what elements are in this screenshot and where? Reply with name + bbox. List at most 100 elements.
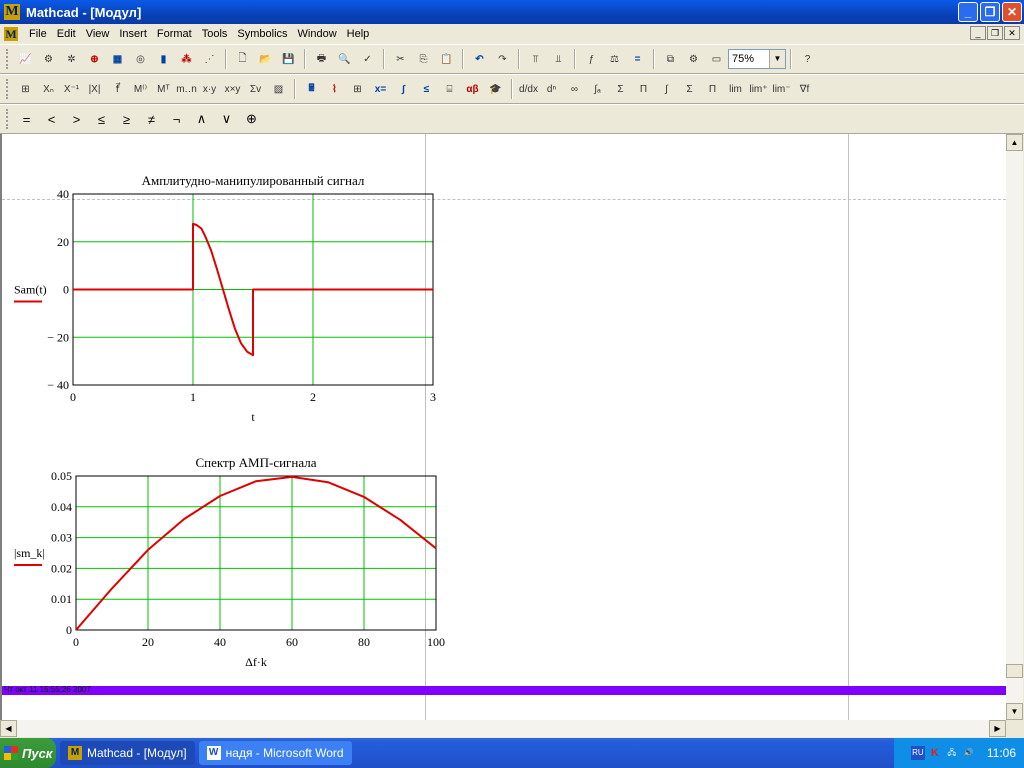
boolean-palette-icon[interactable]: ≤ bbox=[416, 79, 437, 100]
evaluation-toolbar-icon[interactable]: ✲ bbox=[61, 49, 82, 70]
print-preview-icon[interactable]: 🔍 bbox=[334, 49, 355, 70]
copy-icon[interactable]: ⎘ bbox=[413, 49, 434, 70]
task-word[interactable]: W надя - Microsoft Word bbox=[198, 741, 352, 765]
contour-plot-icon[interactable]: ◎ bbox=[130, 49, 151, 70]
not-icon[interactable]: ¬ bbox=[165, 109, 188, 130]
bar-plot-icon[interactable]: ▮ bbox=[153, 49, 174, 70]
equals-icon[interactable]: = bbox=[15, 109, 38, 130]
menu-help[interactable]: Help bbox=[342, 28, 375, 40]
scatter-plot-icon[interactable]: ⁂ bbox=[176, 49, 197, 70]
open-folder-icon[interactable]: 📂 bbox=[255, 49, 276, 70]
menu-insert[interactable]: Insert bbox=[114, 28, 152, 40]
vectorize-icon[interactable]: f⃗ bbox=[107, 79, 128, 100]
task-mathcad[interactable]: M Mathcad - [Модул] bbox=[60, 741, 195, 765]
menu-symbolics[interactable]: Symbolics bbox=[232, 28, 292, 40]
less-equal-icon[interactable]: ≤ bbox=[90, 109, 113, 130]
product-range-icon[interactable]: Π bbox=[633, 79, 654, 100]
scroll-right-icon[interactable]: ▶ bbox=[989, 720, 1006, 737]
greek-palette-icon[interactable]: αβ bbox=[462, 79, 483, 100]
zoom-select[interactable]: 75% ▼ bbox=[728, 49, 786, 69]
menu-view[interactable]: View bbox=[81, 28, 115, 40]
menu-window[interactable]: Window bbox=[293, 28, 342, 40]
symbolic-palette-icon[interactable]: 🎓 bbox=[485, 79, 506, 100]
transpose-icon[interactable]: Mᵀ bbox=[153, 79, 174, 100]
limit-left-icon[interactable]: lim⁻ bbox=[771, 79, 792, 100]
scroll-up-icon[interactable]: ▲ bbox=[1006, 134, 1023, 151]
scroll-left-icon[interactable]: ◀ bbox=[0, 720, 17, 737]
new-document-icon[interactable]: 🗋 bbox=[232, 49, 253, 70]
minimize-button[interactable]: _ bbox=[958, 2, 978, 22]
greater-than-icon[interactable]: > bbox=[65, 109, 88, 130]
horizontal-scrollbar[interactable]: ◀ ▶ bbox=[0, 720, 1006, 737]
less-than-icon[interactable]: < bbox=[40, 109, 63, 130]
scroll-thumb[interactable] bbox=[1006, 664, 1023, 678]
nth-derivative-icon[interactable]: dⁿ bbox=[541, 79, 562, 100]
cross-product-icon[interactable]: x×y bbox=[222, 79, 243, 100]
insert-unit-icon[interactable]: ⚖ bbox=[604, 49, 625, 70]
undo-icon[interactable]: ↶ bbox=[469, 49, 490, 70]
and-icon[interactable]: ∧ bbox=[190, 109, 213, 130]
align-top-icon[interactable]: ⫪ bbox=[525, 49, 546, 70]
doc-restore-button[interactable]: ❐ bbox=[987, 26, 1003, 40]
menu-format[interactable]: Format bbox=[152, 28, 197, 40]
summation-range-icon[interactable]: Σ bbox=[610, 79, 631, 100]
subscript-icon[interactable]: Xₙ bbox=[38, 79, 59, 100]
matrix-insert-icon[interactable]: ⊞ bbox=[15, 79, 36, 100]
determinant-icon[interactable]: |X| bbox=[84, 79, 105, 100]
range-variable-icon[interactable]: m‥n bbox=[176, 79, 197, 100]
dot-product-icon[interactable]: x·y bbox=[199, 79, 220, 100]
document-icon[interactable]: M bbox=[4, 27, 18, 41]
volume-icon[interactable]: 🔊 bbox=[962, 746, 976, 760]
align-down-icon[interactable]: ⫫ bbox=[548, 49, 569, 70]
insert-component-icon[interactable]: ⚙ bbox=[683, 49, 704, 70]
doc-minimize-button[interactable]: _ bbox=[970, 26, 986, 40]
definite-integral-icon[interactable]: ∫ₐ bbox=[587, 79, 608, 100]
greater-equal-icon[interactable]: ≥ bbox=[115, 109, 138, 130]
spectrum-chart[interactable]: Спектр АМП-сигнала 0 20 40 60 80 100 0.05 0.04 0.… bbox=[2, 450, 462, 680]
scroll-down-icon[interactable]: ▼ bbox=[1006, 703, 1023, 720]
target-icon[interactable]: ⊕ bbox=[84, 49, 105, 70]
matrix-toolbar-icon[interactable]: ⚙ bbox=[38, 49, 59, 70]
start-button[interactable]: Пуск bbox=[0, 738, 56, 768]
calculus-palette-icon[interactable]: ∫ bbox=[393, 79, 414, 100]
matrix-palette-icon[interactable]: ⊞ bbox=[347, 79, 368, 100]
insert-graph-icon[interactable]: ⧉ bbox=[660, 49, 681, 70]
menu-edit[interactable]: Edit bbox=[52, 28, 81, 40]
close-button[interactable]: ✕ bbox=[1002, 2, 1022, 22]
doc-close-button[interactable]: ✕ bbox=[1004, 26, 1020, 40]
superscript-icon[interactable]: M⁽⁾ bbox=[130, 79, 151, 100]
spell-check-icon[interactable]: ✓ bbox=[357, 49, 378, 70]
not-equal-icon[interactable]: ≠ bbox=[140, 109, 163, 130]
save-icon[interactable]: 💾 bbox=[278, 49, 299, 70]
infinity-icon[interactable]: ∞ bbox=[564, 79, 585, 100]
network-icon[interactable]: 🖧 bbox=[945, 746, 959, 760]
programming-palette-icon[interactable]: ⌸ bbox=[439, 79, 460, 100]
or-icon[interactable]: ∨ bbox=[215, 109, 238, 130]
menu-tools[interactable]: Tools bbox=[197, 28, 233, 40]
insert-function-icon[interactable]: ƒ bbox=[581, 49, 602, 70]
calculator-icon[interactable]: 🖩 bbox=[301, 79, 322, 100]
antivirus-icon[interactable]: K bbox=[928, 746, 942, 760]
graph-palette-icon[interactable]: ⌇ bbox=[324, 79, 345, 100]
vector-field-icon[interactable]: ⋰ bbox=[199, 49, 220, 70]
signal-chart[interactable]: Амплитудно-манипулированный сигнал 0 1 2 3 40… bbox=[2, 164, 462, 464]
insert-region-icon[interactable]: ▭ bbox=[706, 49, 727, 70]
menu-file[interactable]: File bbox=[24, 28, 52, 40]
print-icon[interactable]: 🖶 bbox=[311, 49, 332, 70]
product-icon[interactable]: Π bbox=[702, 79, 723, 100]
inverse-icon[interactable]: X⁻¹ bbox=[61, 79, 82, 100]
picture-icon[interactable]: ▨ bbox=[268, 79, 289, 100]
redo-icon[interactable]: ↷ bbox=[492, 49, 513, 70]
indefinite-integral-icon[interactable]: ∫ bbox=[656, 79, 677, 100]
evaluation-palette-icon[interactable]: x= bbox=[370, 79, 391, 100]
summation-icon[interactable]: Σ bbox=[679, 79, 700, 100]
toolbar-grip[interactable] bbox=[6, 79, 10, 99]
paste-icon[interactable]: 📋 bbox=[436, 49, 457, 70]
mathcad-logo-icon[interactable]: M bbox=[4, 4, 20, 20]
limit-icon[interactable]: lim bbox=[725, 79, 746, 100]
derivative-icon[interactable]: d/dx bbox=[518, 79, 539, 100]
limit-right-icon[interactable]: lim⁺ bbox=[748, 79, 769, 100]
calculate-icon[interactable]: = bbox=[627, 49, 648, 70]
vector-sum-icon[interactable]: Σv bbox=[245, 79, 266, 100]
gradient-icon[interactable]: ∇f bbox=[794, 79, 815, 100]
